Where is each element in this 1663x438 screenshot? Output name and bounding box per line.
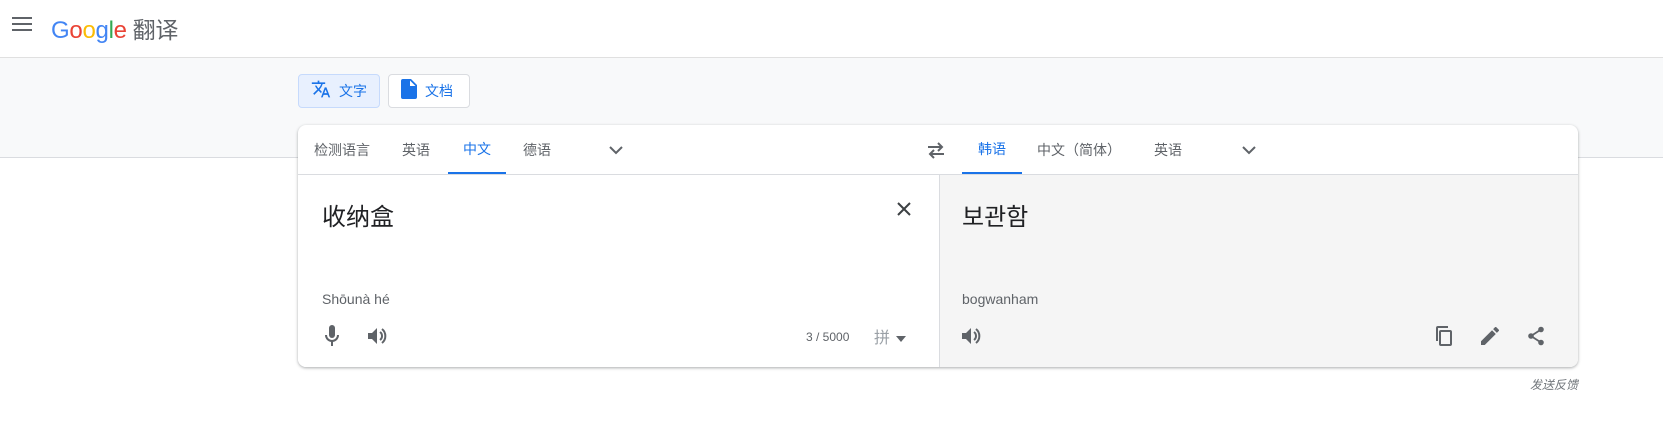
character-counter: 3 / 5000: [806, 330, 850, 344]
ime-dropdown-icon: [896, 327, 907, 346]
product-name: 翻译: [132, 18, 179, 44]
clear-text-close-icon[interactable]: [886, 191, 922, 227]
target-more-languages-chevron-down-icon[interactable]: [1237, 138, 1261, 162]
translated-text: 보관함: [962, 203, 1029, 231]
source-romanization: Shōunà hé: [322, 291, 390, 307]
target-romanization: bogwanham: [962, 291, 1039, 307]
translation-card: 检测语言 英语 中文 德语 韩语 中文（简体） 英语 收纳盒 Shōunà hé…: [298, 125, 1578, 367]
logo-letter: o: [69, 17, 83, 44]
top-bar: Google 翻译: [0, 0, 1663, 58]
copy-icon[interactable]: [1426, 318, 1462, 354]
source-panel: 收纳盒 Shōunà hé 3 / 5000 拼: [298, 175, 938, 367]
swap-languages-icon[interactable]: [924, 138, 948, 162]
tab-source-chinese[interactable]: 中文: [448, 125, 506, 174]
source-text-input[interactable]: 收纳盒: [322, 197, 394, 232]
logo-letter: e: [113, 17, 127, 44]
document-mode-label: 文档: [425, 84, 453, 100]
language-bar: 检测语言 英语 中文 德语 韩语 中文（简体） 英语: [298, 125, 1578, 175]
share-icon[interactable]: [1518, 318, 1554, 354]
text-mode-label: 文字: [339, 84, 367, 100]
tab-target-chinese-simplified[interactable]: 中文（简体）: [1024, 125, 1134, 174]
document-mode-button[interactable]: 文档: [388, 74, 470, 108]
logo-letter: G: [51, 17, 70, 44]
microphone-icon[interactable]: [314, 318, 350, 354]
target-speaker-icon[interactable]: [954, 318, 990, 354]
tab-source-german[interactable]: 德语: [508, 125, 566, 174]
edit-pencil-icon[interactable]: [1472, 318, 1508, 354]
logo-letter: g: [95, 17, 109, 44]
send-feedback-link[interactable]: 发送反馈: [1530, 376, 1578, 393]
target-panel: 보관함 bogwanham: [939, 175, 1578, 367]
tab-target-english[interactable]: 英语: [1138, 125, 1198, 174]
pinyin-ime-icon: 拼: [874, 328, 891, 347]
google-translate-logo[interactable]: Google 翻译: [51, 11, 178, 45]
logo-letter: o: [82, 17, 96, 44]
input-method-selector[interactable]: 拼: [874, 321, 907, 351]
translate-icon: [311, 79, 331, 103]
tab-detect-language[interactable]: 检测语言: [298, 125, 386, 174]
tab-target-korean[interactable]: 韩语: [962, 125, 1022, 174]
document-icon: [401, 79, 417, 103]
source-speaker-icon[interactable]: [360, 318, 396, 354]
text-mode-button[interactable]: 文字: [298, 74, 380, 108]
source-more-languages-chevron-down-icon[interactable]: [604, 138, 628, 162]
tab-source-english[interactable]: 英语: [386, 125, 446, 174]
hamburger-menu-icon[interactable]: [10, 12, 34, 36]
